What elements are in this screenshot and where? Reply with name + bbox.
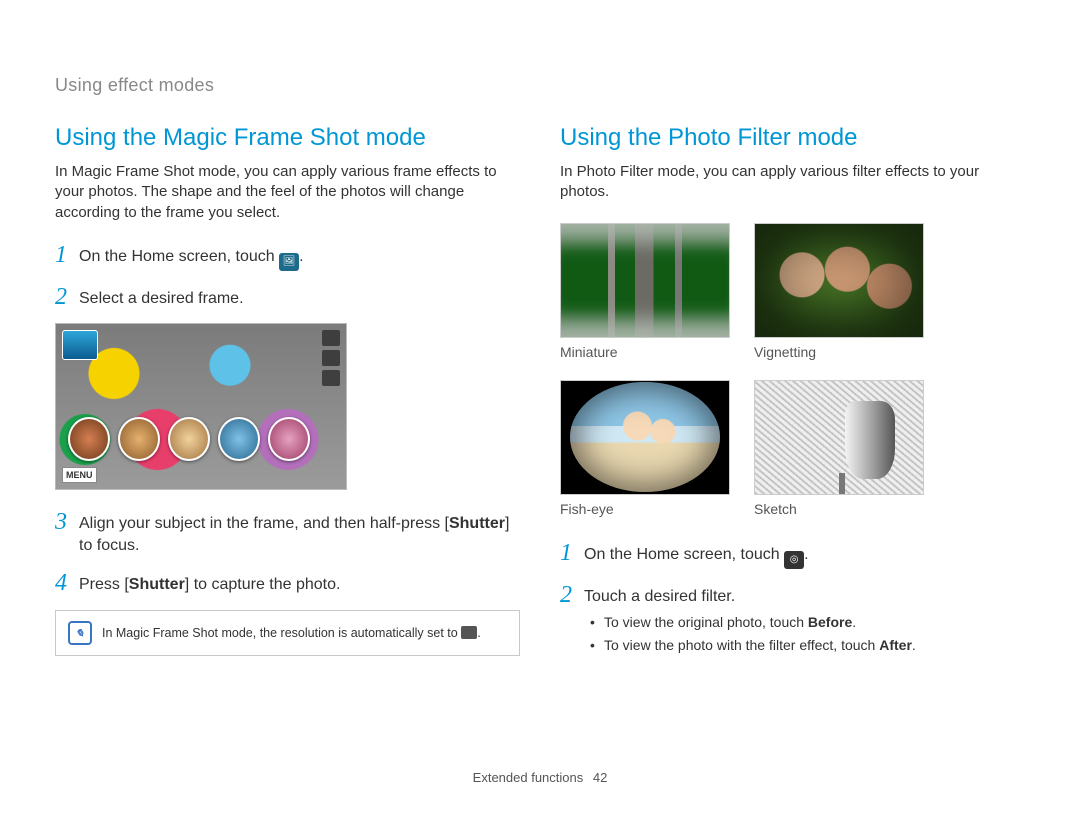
step-4-row: 4 Press [Shutter] to capture the photo. bbox=[55, 571, 520, 596]
after-bold: After bbox=[879, 637, 912, 653]
frame-thumbnails bbox=[68, 417, 310, 461]
frame-thumb bbox=[218, 417, 260, 461]
filter-examples-grid: Miniature Vignetting Fish-eye Sketch bbox=[560, 223, 1025, 517]
step-2-row: 2 Touch a desired filter. bbox=[560, 583, 1025, 608]
b1c: . bbox=[852, 614, 856, 630]
breadcrumb: Using effect modes bbox=[0, 0, 1080, 96]
camera-screenshot: MENU bbox=[55, 323, 347, 490]
b1a: To view the original photo, touch bbox=[604, 614, 808, 630]
step-2-text: Touch a desired filter. bbox=[584, 583, 735, 608]
step-1-label: On the Home screen, touch bbox=[584, 546, 784, 563]
frame-thumb bbox=[268, 417, 310, 461]
period: . bbox=[477, 626, 480, 640]
filter-vignetting: Vignetting bbox=[754, 223, 924, 360]
magic-frame-icon: 🖼 bbox=[279, 253, 299, 271]
period: . bbox=[804, 546, 808, 563]
step-2-text: Select a desired frame. bbox=[79, 285, 244, 310]
sub-bullets: To view the original photo, touch Before… bbox=[590, 613, 1025, 655]
miniature-label: Miniature bbox=[560, 344, 730, 360]
photo-filter-intro: In Photo Filter mode, you can apply vari… bbox=[560, 162, 1025, 203]
right-column: Using the Photo Filter mode In Photo Fil… bbox=[560, 124, 1025, 659]
b2a: To view the photo with the filter effect… bbox=[604, 637, 879, 653]
mode-icon bbox=[62, 330, 98, 360]
bullet-before: To view the original photo, touch Before… bbox=[590, 613, 1025, 632]
step-3-text: Align your subject in the frame, and the… bbox=[79, 510, 520, 556]
resolution-icon bbox=[461, 626, 477, 639]
filter-fisheye: Fish-eye bbox=[560, 380, 730, 517]
note-icon: ✎ bbox=[68, 621, 92, 645]
left-column: Using the Magic Frame Shot mode In Magic… bbox=[55, 124, 520, 659]
filter-sketch: Sketch bbox=[754, 380, 924, 517]
page-footer: Extended functions 42 bbox=[0, 770, 1080, 785]
page-number: 42 bbox=[593, 770, 607, 785]
step-1-text: On the Home screen, touch 🖼. bbox=[79, 243, 304, 271]
step-1-row: 1 On the Home screen, touch 🖼. bbox=[55, 243, 520, 271]
note-text: In Magic Frame Shot mode, the resolution… bbox=[102, 625, 481, 641]
step-4a: Press [ bbox=[79, 576, 129, 593]
footer-section: Extended functions bbox=[473, 770, 584, 785]
filter-miniature: Miniature bbox=[560, 223, 730, 360]
vignetting-image bbox=[754, 223, 924, 338]
note-label: In Magic Frame Shot mode, the resolution… bbox=[102, 626, 461, 640]
before-bold: Before bbox=[808, 614, 852, 630]
step-4c: ] to capture the photo. bbox=[185, 576, 341, 593]
fisheye-label: Fish-eye bbox=[560, 501, 730, 517]
period: . bbox=[299, 248, 303, 265]
sketch-label: Sketch bbox=[754, 501, 924, 517]
step-number: 1 bbox=[560, 541, 584, 565]
step-4-text: Press [Shutter] to capture the photo. bbox=[79, 571, 340, 596]
b2c: . bbox=[912, 637, 916, 653]
step-number: 1 bbox=[55, 243, 79, 267]
step-1-label: On the Home screen, touch bbox=[79, 248, 279, 265]
magic-frame-title: Using the Magic Frame Shot mode bbox=[55, 124, 520, 152]
sketch-image bbox=[754, 380, 924, 495]
vignetting-label: Vignetting bbox=[754, 344, 924, 360]
step-number: 3 bbox=[55, 510, 79, 534]
bullet-after: To view the photo with the filter effect… bbox=[590, 636, 1025, 655]
step-number: 4 bbox=[55, 571, 79, 595]
frame-thumb bbox=[168, 417, 210, 461]
side-overlays bbox=[322, 330, 340, 386]
photo-filter-icon: ◎ bbox=[784, 551, 804, 569]
shutter-bold: Shutter bbox=[129, 576, 185, 593]
step-number: 2 bbox=[560, 583, 584, 607]
frame-thumb bbox=[118, 417, 160, 461]
fisheye-image bbox=[560, 380, 730, 495]
step-3-row: 3 Align your subject in the frame, and t… bbox=[55, 510, 520, 556]
step-1-text: On the Home screen, touch ◎. bbox=[584, 541, 809, 569]
menu-button: MENU bbox=[62, 467, 97, 483]
note-box: ✎ In Magic Frame Shot mode, the resoluti… bbox=[55, 610, 520, 656]
photo-filter-title: Using the Photo Filter mode bbox=[560, 124, 1025, 152]
magic-frame-intro: In Magic Frame Shot mode, you can apply … bbox=[55, 162, 520, 223]
step-3a: Align your subject in the frame, and the… bbox=[79, 515, 449, 532]
step-2-row: 2 Select a desired frame. bbox=[55, 285, 520, 310]
step-number: 2 bbox=[55, 285, 79, 309]
shutter-bold: Shutter bbox=[449, 515, 505, 532]
frame-thumb bbox=[68, 417, 110, 461]
miniature-image bbox=[560, 223, 730, 338]
step-1-row: 1 On the Home screen, touch ◎. bbox=[560, 541, 1025, 569]
